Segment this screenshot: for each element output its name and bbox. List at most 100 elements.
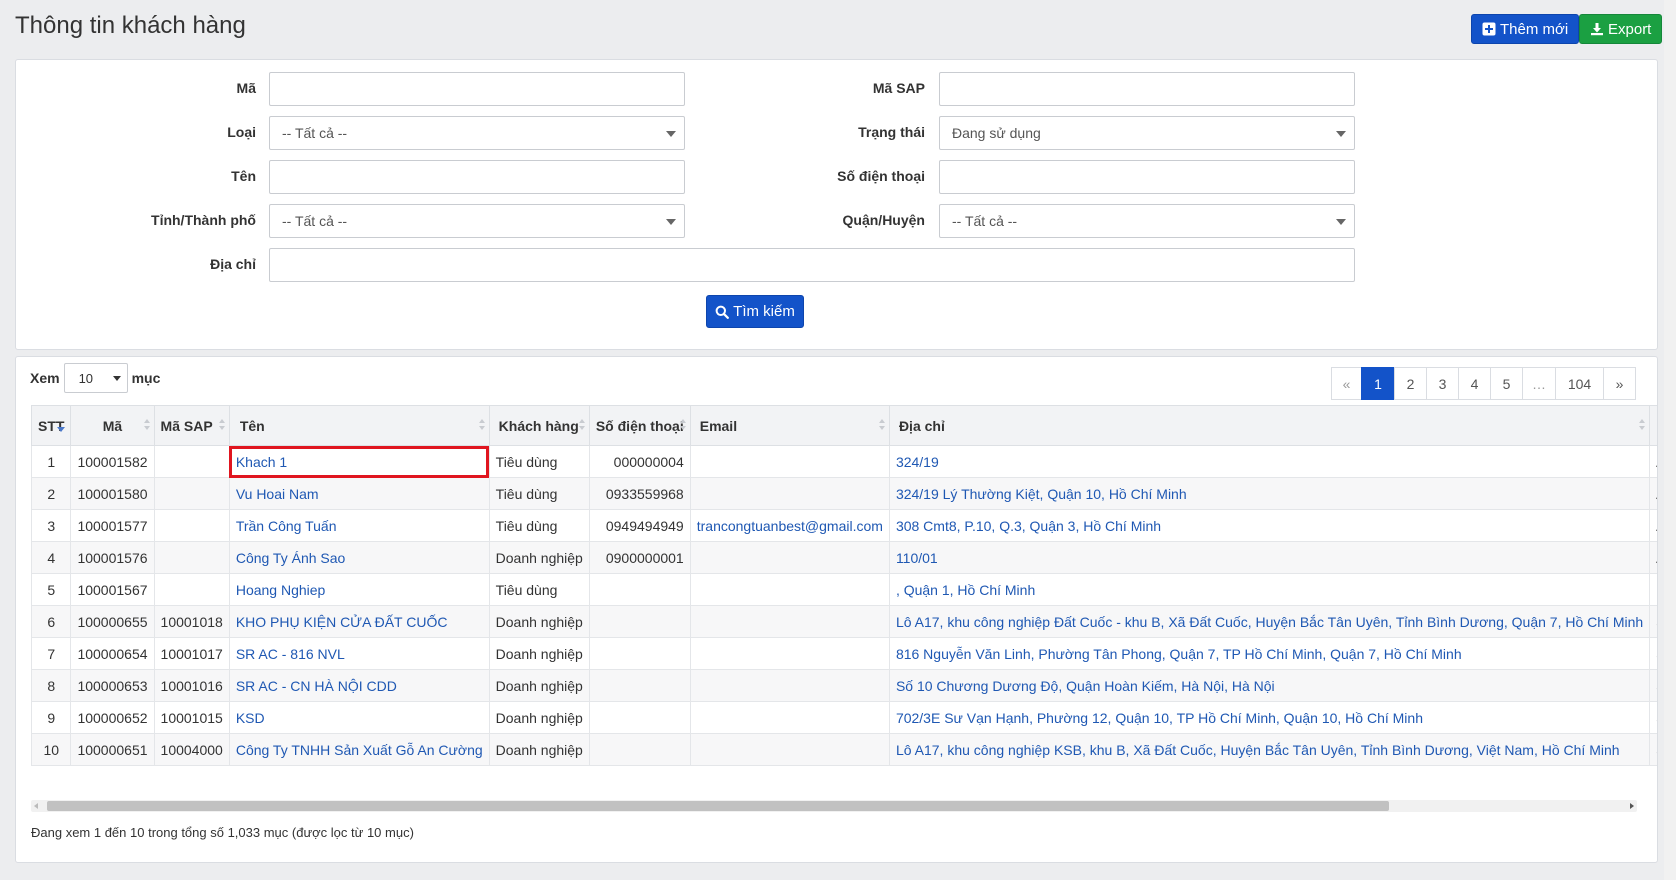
table-info: Đang xem 1 đến 10 trong tổng số 1,033 mụ… [31,825,414,840]
table-header-row: STT Mã Mã SAP Tên Khách hàng Số điện tho… [30,405,1657,446]
cell-ten-link[interactable]: SR AC - CN HÀ NỘI CDD [236,678,397,694]
cell-ten-link[interactable]: Công Ty TNHH Sản Xuất Gỗ An Cường [236,742,483,758]
sort-icon [478,419,485,431]
vertical-scrollbar[interactable] [1664,0,1676,880]
cell-so-dien-thoai [588,669,691,702]
cell-email [689,605,890,638]
loai-select[interactable]: -- Tất cả -- [269,116,685,150]
cell-khach-hang: Doanh nghiệp [488,605,590,638]
table-row[interactable]: 5 100001567 Hoang Nghiep Tiêu dùng , Quận 1,… [30,573,1657,606]
cell-ten-link[interactable]: Trần Công Tuấn [236,518,337,534]
column-header-khach-hang[interactable]: Khách hàng [488,405,590,446]
cell-ten-link[interactable]: SR AC - 816 NVL [236,646,345,662]
cell-ma: 100001577 [70,509,155,542]
cell-ten-link[interactable]: Công Ty Ánh Sao [236,550,345,566]
cell-dia-chi-link[interactable]: 110/01 [896,550,938,566]
pagination-prev[interactable]: « [1331,367,1362,400]
cell-khach-hang: Tiêu dùng [488,477,590,510]
cell-ten-link[interactable]: Vu Hoai Nam [236,486,319,502]
cell-stt: 1 [30,445,72,478]
cell-email [689,541,890,574]
cell-stt: 10 [30,733,72,766]
cell-ma-sap [153,477,230,510]
ma-sap-input[interactable] [939,72,1355,106]
table-row[interactable]: 7 100000654 10001017 SR AC - 816 NVL Doanh n… [30,637,1657,670]
tinh-select[interactable]: -- Tất cả -- [269,204,685,238]
tinh-label: Tỉnh/Thành phố [151,212,256,228]
cell-ten-link[interactable]: Khach 1 [236,454,287,470]
cell-ten-link[interactable]: KSD [236,710,265,726]
chevron-down-icon [1336,131,1346,137]
table-row[interactable]: 10 100000651 10004000 Công Ty TNHH Sản Xuất… [30,733,1657,766]
column-header-ma-sap[interactable]: Mã SAP [153,405,230,446]
column-header-email[interactable]: Email [689,405,890,446]
column-header-ten[interactable]: Tên [228,405,490,446]
cell-ng: Pho [1649,573,1657,606]
sort-icon [679,419,686,431]
column-header-ma[interactable]: Mã [70,405,155,446]
cell-ma-sap: 10004000 [153,733,230,766]
dia-chi-input[interactable] [269,248,1355,282]
pagination-page-2[interactable]: 2 [1394,367,1427,400]
ma-input[interactable] [269,72,685,106]
sdt-input[interactable] [939,160,1355,194]
pagination-page-3[interactable]: 3 [1426,367,1459,400]
quan-select[interactable]: -- Tất cả -- [939,204,1355,238]
cell-email-link[interactable]: trancongtuanbest@gmail.com [697,518,883,534]
column-header-ng[interactable]: Ng [1649,405,1657,446]
cell-dia-chi: 308 Cmt8, P.10, Q.3, Quận 3, Hồ Chí Minh [888,509,1651,542]
search-button[interactable]: Tìm kiếm [706,295,804,328]
table-row[interactable]: 2 100001580 Vu Hoai Nam Tiêu dùng 0933559968… [30,477,1657,510]
scroll-right-icon[interactable] [1630,803,1634,809]
cell-dia-chi-link[interactable]: Lô A17, khu công nghiệp KSB, khu B, Xã Đ… [896,742,1620,758]
horizontal-scrollbar[interactable] [31,800,1637,812]
sort-icon [218,419,225,431]
cell-stt: 4 [30,541,72,574]
cell-so-dien-thoai [588,605,691,638]
show-label: Xem [30,370,60,386]
table-row[interactable]: 3 100001577 Trần Công Tuấn Tiêu dùng 0949494… [30,509,1657,542]
pagination-next[interactable]: » [1603,367,1636,400]
cell-dia-chi-link[interactable]: 324/19 [896,454,939,470]
add-new-button[interactable]: Thêm mới [1471,14,1580,44]
table-row[interactable]: 4 100001576 Công Ty Ánh Sao Doanh nghiệp 090… [30,541,1657,574]
export-button[interactable]: Export [1579,14,1663,44]
column-header-dia-chi[interactable]: Địa chỉ [888,405,1651,446]
cell-ma: 100000654 [70,637,155,670]
pagination-page-5[interactable]: 5 [1490,367,1523,400]
cell-dia-chi-link[interactable]: 702/3E Sư Vạn Hạnh, Phường 12, Quận 10, … [896,710,1423,726]
page-length-select[interactable]: 10 [63,363,128,393]
column-header-label: Mã [102,417,123,434]
cell-dia-chi-link[interactable]: 324/19 Lý Thường Kiệt, Quận 10, Hồ Chí M… [896,486,1187,502]
cell-ten-link[interactable]: KHO PHỤ KIỆN CỬA ĐẤT CUỐC [236,614,448,630]
column-header-so-dien-thoai[interactable]: Số điện thoại [588,405,691,446]
cell-so-dien-thoai [588,733,691,766]
cell-ma-sap [153,445,230,478]
trang-thai-select[interactable]: Đang sử dụng [939,116,1355,150]
cell-ten: SR AC - 816 NVL [228,637,490,670]
ten-input[interactable] [269,160,685,194]
table-row[interactable]: 1 100001582 Khach 1 Tiêu dùng 000000004 324/1… [30,445,1657,478]
cell-stt: 6 [30,605,72,638]
cell-dia-chi-link[interactable]: 816 Nguyễn Văn Linh, Phường Tân Phong, Q… [896,646,1462,662]
sort-icon [878,419,885,431]
scroll-left-icon[interactable] [34,803,38,809]
cell-ten-link[interactable]: Hoang Nghiep [236,582,326,598]
cell-dia-chi-link[interactable]: Số 10 Chương Dương Độ, Quận Hoàn Kiếm, H… [896,678,1275,694]
table-row[interactable]: 9 100000652 10001015 KSD Doanh nghiệp 702/3E … [30,701,1657,734]
scrollbar-thumb[interactable] [47,801,1389,811]
cell-ma: 100000651 [70,733,155,766]
pagination-last-page[interactable]: 104 [1555,367,1604,400]
cell-dia-chi-link[interactable]: , Quận 1, Hồ Chí Minh [896,582,1035,598]
pagination-ellipsis: … [1522,367,1556,400]
cell-email [689,477,890,510]
table-row[interactable]: 6 100000655 10001018 KHO PHỤ KIỆN CỬA ĐẤT C… [30,605,1657,638]
cell-dia-chi-link[interactable]: 308 Cmt8, P.10, Q.3, Quận 3, Hồ Chí Minh [896,518,1161,534]
cell-dia-chi-link[interactable]: Lô A17, khu công nghiệp Đất Cuốc - khu B… [896,614,1643,630]
cell-khach-hang: Doanh nghiệp [488,733,590,766]
pagination-page-1[interactable]: 1 [1361,367,1395,400]
table-row[interactable]: 8 100000653 10001016 SR AC - CN HÀ NỘI CDD D… [30,669,1657,702]
column-header-stt[interactable]: STT [30,405,72,446]
cell-dia-chi: 110/01 [888,541,1651,574]
pagination-page-4[interactable]: 4 [1458,367,1491,400]
